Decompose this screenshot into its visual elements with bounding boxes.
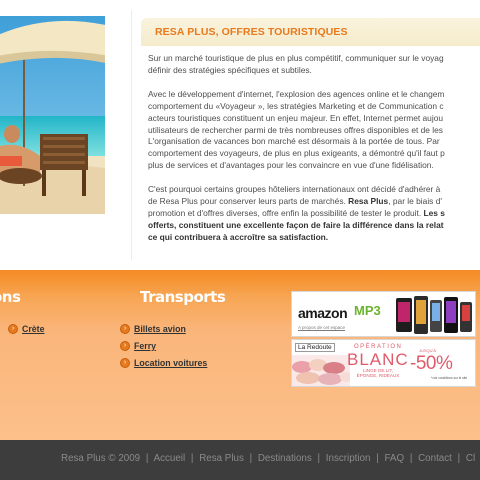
text-line: Sur un marché touristique de plus en plu… (148, 53, 444, 63)
link-location-voitures[interactable]: › Location voitures (120, 358, 207, 368)
amazon-logo: amazon (298, 305, 348, 321)
bold-line: offerts, constituent une excellente faço… (148, 219, 444, 230)
text-line: comportement du «Voyageur », les stratég… (148, 100, 444, 111)
footer-nav: Resa Plus © 2009 | Accueil | Resa Plus |… (61, 453, 475, 464)
amazon-mp3-ad[interactable]: amazon MP3 A propos de cet espace (291, 291, 476, 337)
link-crete[interactable]: › Crète (8, 324, 45, 334)
bullet-arrow-icon: › (120, 341, 130, 351)
nav-separator: | (249, 453, 253, 464)
text-line: Avec le développement d'internet, l'expl… (148, 88, 445, 99)
bold-line: ce qui contribuera à accroître sa satisf… (148, 231, 329, 242)
brand-name: Resa Plus (348, 196, 389, 207)
la-redoute-ad[interactable]: La Redoute OPÉRATION BLANC LINGE DE LIT,… (291, 339, 476, 387)
paragraph-2: Avec le développement d'internet, l'expl… (148, 89, 480, 172)
text-line: comportement des voyageurs, de plus en p… (148, 148, 445, 159)
bottom-bar: Resa Plus © 2009 | Accueil | Resa Plus |… (0, 440, 480, 480)
nav-separator: | (145, 453, 149, 464)
beach-photo (0, 16, 105, 214)
page-title: RESA PLUS, OFFRES TOURISTIQUES (155, 26, 348, 38)
content-divider (131, 10, 132, 260)
link-label: Ferry (134, 341, 157, 351)
text-line: promotion et d'offres diverses, offre en… (148, 208, 480, 220)
article-body: Sur un marché touristique de plus en plu… (148, 53, 480, 256)
link-label: Crète (22, 324, 45, 334)
link-label: Billets avion (134, 324, 186, 334)
footer-link-inscription[interactable]: Inscription (326, 453, 371, 464)
ad-discount: -50% (410, 353, 453, 374)
nav-separator: | (409, 453, 413, 464)
text-line: ce qui contribuera à accroître sa satisf… (148, 232, 480, 244)
section-header: RESA PLUS, OFFRES TOURISTIQUES (141, 18, 480, 46)
text-line: offerts, constituent une excellente faço… (148, 220, 480, 232)
nav-separator: | (376, 453, 379, 464)
text-line: C'est pourquoi certains groupes hôtelier… (148, 184, 441, 195)
text-line: de Resa Plus pour conserver leurs parts … (148, 196, 480, 208)
ad-subtitle: LINGE DE LIT, ÉPONGE, RIDEAUX (356, 368, 400, 379)
link-billets-avion[interactable]: › Billets avion (120, 324, 186, 334)
la-redoute-logo: La Redoute (295, 343, 335, 352)
footer-link-cl[interactable]: Cl (466, 453, 475, 464)
footer-link-contact[interactable]: Contact (418, 453, 452, 464)
towels-image (292, 355, 350, 386)
nav-separator: | (190, 453, 194, 464)
text-line: L'organisation de vacances bon marché es… (148, 136, 440, 147)
footer-link-faq[interactable]: FAQ (384, 453, 404, 464)
ad-conditions: *voir conditions sur le site (431, 376, 468, 380)
text-line: plus de services et d'avantages pour les… (148, 160, 434, 171)
bullet-arrow-icon: › (8, 324, 18, 334)
text-line: acteurs touristiques constituent un enje… (148, 112, 444, 123)
bullet-arrow-icon: › (120, 358, 130, 368)
paragraph-3: C'est pourquoi certains groupes hôtelier… (148, 184, 480, 244)
column-title-transports: Transports (140, 288, 226, 306)
paragraph-1: Sur un marché touristique de plus en plu… (148, 53, 480, 77)
link-ferry[interactable]: › Ferry (120, 341, 156, 351)
ad-about-link[interactable]: A propos de cet espace (298, 325, 345, 330)
column-title-destinations: ons (0, 288, 21, 306)
text-fragment: de Resa Plus pour conserver leurs parts … (148, 196, 349, 207)
footer-link-resa-plus[interactable]: Resa Plus (199, 453, 244, 464)
nav-separator: | (317, 453, 321, 464)
text-fragment: promotion et d'offres diverses, offre en… (148, 207, 424, 218)
bold-fragment: Les s (423, 207, 445, 218)
main-content: RESA PLUS, OFFRES TOURISTIQUES Sur un ma… (0, 0, 480, 270)
footer-link-destinations[interactable]: Destinations (258, 453, 312, 464)
mp3-logo: MP3 (354, 303, 381, 318)
nav-separator: | (457, 453, 461, 464)
link-label: Location voitures (134, 358, 208, 368)
bullet-arrow-icon: › (120, 324, 130, 334)
copyright-text: Resa Plus © 2009 (61, 453, 141, 464)
footer-link-accueil[interactable]: Accueil (154, 453, 186, 464)
text-line: définir des stratégies spécifiques et su… (148, 64, 312, 75)
ad-headline: BLANC (347, 350, 409, 369)
footer-links: ons Transports › Crète › Billets avion ›… (0, 270, 480, 440)
text-line: utilisateurs de rechercher parmi de très… (148, 124, 443, 135)
music-devices-icon (396, 296, 472, 334)
text-fragment: , par le biais d' (388, 196, 442, 207)
